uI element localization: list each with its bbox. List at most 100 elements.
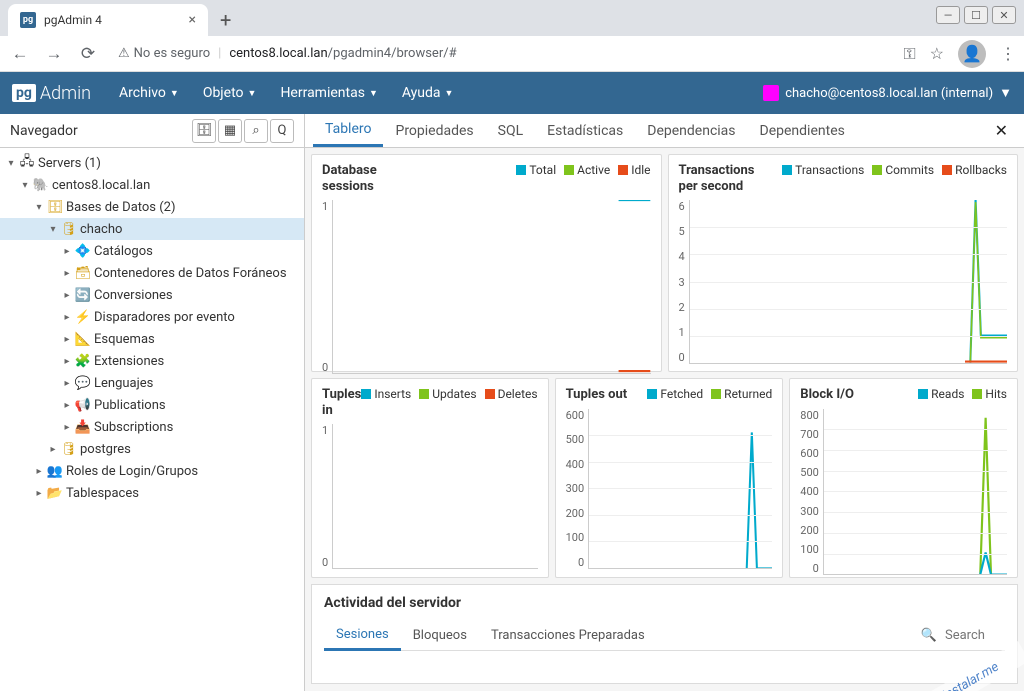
- view-data-icon[interactable]: ▦: [218, 119, 242, 143]
- new-tab-button[interactable]: +: [208, 4, 243, 36]
- url-host: centos8.local.lan: [229, 46, 327, 61]
- chart-plot: [332, 424, 537, 569]
- filter-icon[interactable]: ⌕: [244, 119, 268, 143]
- panel-title: Transactions per second: [679, 163, 769, 194]
- chart-plot: [588, 409, 772, 569]
- tree-connection[interactable]: ▾🐘centos8.local.lan: [0, 174, 304, 196]
- legend: Reads Hits: [918, 387, 1007, 401]
- tree-subscriptions[interactable]: ▸📥Subscriptions: [0, 416, 304, 438]
- chevron-down-icon: ▼: [999, 85, 1012, 101]
- chart-plot: [823, 409, 1007, 576]
- server-activity-panel: Actividad del servidor Sesiones Bloqueos…: [311, 584, 1018, 684]
- menu-ayuda[interactable]: Ayuda▼: [392, 79, 464, 107]
- object-tree[interactable]: ▾🖧Servers (1) ▾🐘centos8.local.lan ▾🗄Base…: [0, 148, 305, 691]
- chart-plot: [689, 200, 1007, 364]
- minimize-button[interactable]: —: [936, 6, 960, 24]
- tree-roles[interactable]: ▸👥Roles de Login/Grupos: [0, 460, 304, 482]
- reload-button[interactable]: ⟳: [76, 44, 100, 64]
- tree-extensions[interactable]: ▸🧩Extensiones: [0, 350, 304, 372]
- search-icon[interactable]: 🔍: [921, 628, 937, 643]
- panel-title: Tuples in: [322, 387, 361, 418]
- tree-db-postgres[interactable]: ▸🛢postgres: [0, 438, 304, 460]
- activity-search[interactable]: 🔍: [921, 628, 1005, 643]
- tree-schemas[interactable]: ▸📐Esquemas: [0, 328, 304, 350]
- tab-sql[interactable]: SQL: [486, 114, 535, 147]
- tree-databases[interactable]: ▾🗄Bases de Datos (2): [0, 196, 304, 218]
- pgadmin-logo[interactable]: pgAdmin: [12, 83, 91, 104]
- activity-tab-transacciones[interactable]: Transacciones Preparadas: [479, 622, 657, 649]
- address-bar[interactable]: ⚠ No es seguro | centos8.local.lan/pgadm…: [110, 46, 893, 61]
- user-icon: [763, 85, 779, 101]
- panel-tuples-out: Tuples out Fetched Returned 600500400300…: [555, 378, 784, 578]
- navigator-header: Navegador 🗄 ▦ ⌕ Q: [0, 114, 305, 147]
- panel-tps: Transactions per second Transactions Com…: [668, 154, 1019, 372]
- chart-plot: [332, 200, 650, 374]
- maximize-button[interactable]: ☐: [964, 6, 988, 24]
- url-path: /pgadmin4/browser/#: [328, 46, 457, 61]
- panel-title: Tuples out: [566, 387, 628, 403]
- tab-estadisticas[interactable]: Estadísticas: [535, 114, 635, 147]
- close-button[interactable]: ✕: [992, 6, 1016, 24]
- panel-title: Database sessions: [322, 163, 412, 194]
- activity-tabs: Sesiones Bloqueos Transacciones Preparad…: [324, 621, 1005, 651]
- tab-tablero[interactable]: Tablero: [313, 114, 383, 147]
- tab-dependientes[interactable]: Dependientes: [748, 114, 857, 147]
- window-controls: — ☐ ✕: [936, 6, 1016, 24]
- profile-avatar[interactable]: 👤: [958, 40, 986, 68]
- browser-toolbar: ← → ⟳ ⚠ No es seguro | centos8.local.lan…: [0, 36, 1024, 72]
- menu-icon[interactable]: ⋮: [1000, 44, 1016, 63]
- tab-propiedades[interactable]: Propiedades: [383, 114, 485, 147]
- favicon-icon: pg: [20, 12, 36, 28]
- tree-catalogs[interactable]: ▸💠Catálogos: [0, 240, 304, 262]
- tree-db-chacho[interactable]: ▾🛢chacho: [0, 218, 304, 240]
- panel-sessions: Database sessions Total Active Idle 10: [311, 154, 662, 372]
- dashboard: Database sessions Total Active Idle 10: [305, 148, 1024, 691]
- properties-tabs: Tablero Propiedades SQL Estadísticas Dep…: [305, 114, 1024, 147]
- user-menu[interactable]: chacho@centos8.local.lan (internal) ▼: [763, 85, 1012, 101]
- tab-title: pgAdmin 4: [44, 13, 102, 27]
- tree-languages[interactable]: ▸💬Lenguajes: [0, 372, 304, 394]
- menu-objeto[interactable]: Objeto▼: [193, 79, 267, 107]
- forward-button[interactable]: →: [42, 44, 66, 64]
- browser-tab[interactable]: pg pgAdmin 4 ×: [8, 4, 208, 36]
- back-button[interactable]: ←: [8, 44, 32, 64]
- warning-icon: ⚠: [118, 46, 130, 61]
- search-objects-icon[interactable]: Q: [270, 119, 294, 143]
- insecure-label: No es seguro: [134, 46, 211, 61]
- tab-dependencias[interactable]: Dependencias: [635, 114, 747, 147]
- search-input[interactable]: [945, 628, 1005, 643]
- logo-admin: Admin: [40, 83, 91, 104]
- menu-herramientas[interactable]: Herramientas▼: [270, 79, 387, 107]
- pgadmin-header: pgAdmin Archivo▼ Objeto▼ Herramientas▼ A…: [0, 72, 1024, 114]
- main-area: ▾🖧Servers (1) ▾🐘centos8.local.lan ▾🗄Base…: [0, 148, 1024, 691]
- key-icon[interactable]: ⚿: [903, 44, 915, 64]
- activity-tab-sesiones[interactable]: Sesiones: [324, 621, 401, 651]
- tree-servers[interactable]: ▾🖧Servers (1): [0, 152, 304, 174]
- tab-close-icon[interactable]: ×: [189, 12, 196, 28]
- bookmark-icon[interactable]: ☆: [930, 44, 944, 63]
- navigator-label: Navegador: [10, 123, 192, 139]
- logo-pg: pg: [12, 84, 36, 102]
- tree-conversions[interactable]: ▸🔄Conversiones: [0, 284, 304, 306]
- sub-toolbar: Navegador 🗄 ▦ ⌕ Q Tablero Propiedades SQ…: [0, 114, 1024, 148]
- query-tool-icon[interactable]: 🗄: [192, 119, 216, 143]
- legend: Inserts Updates Deletes: [361, 387, 537, 401]
- tree-fdw[interactable]: ▸🗃Contenedores de Datos Foráneos: [0, 262, 304, 284]
- tree-tablespaces[interactable]: ▸📂Tablespaces: [0, 482, 304, 504]
- tree-publications[interactable]: ▸📢Publications: [0, 394, 304, 416]
- user-label: chacho@centos8.local.lan (internal): [785, 86, 993, 101]
- browser-tabbar: pg pgAdmin 4 × +: [0, 0, 1024, 36]
- tree-event-triggers[interactable]: ▸⚡Disparadores por evento: [0, 306, 304, 328]
- activity-tab-bloqueos[interactable]: Bloqueos: [401, 622, 479, 649]
- main-menu: Archivo▼ Objeto▼ Herramientas▼ Ayuda▼: [109, 79, 463, 107]
- activity-title: Actividad del servidor: [324, 595, 1005, 611]
- panel-tuples-in: Tuples in Inserts Updates Deletes 10: [311, 378, 549, 578]
- insecure-warning: ⚠ No es seguro: [118, 46, 210, 61]
- panel-title: Block I/O: [800, 387, 854, 403]
- legend: Fetched Returned: [647, 387, 772, 401]
- menu-archivo[interactable]: Archivo▼: [109, 79, 189, 107]
- legend: Total Active Idle: [516, 163, 650, 177]
- panel-block-io: Block I/O Reads Hits 8007006005004003002…: [789, 378, 1018, 578]
- legend: Transactions Commits Rollbacks: [782, 163, 1007, 177]
- close-panel-icon[interactable]: ✕: [987, 121, 1016, 140]
